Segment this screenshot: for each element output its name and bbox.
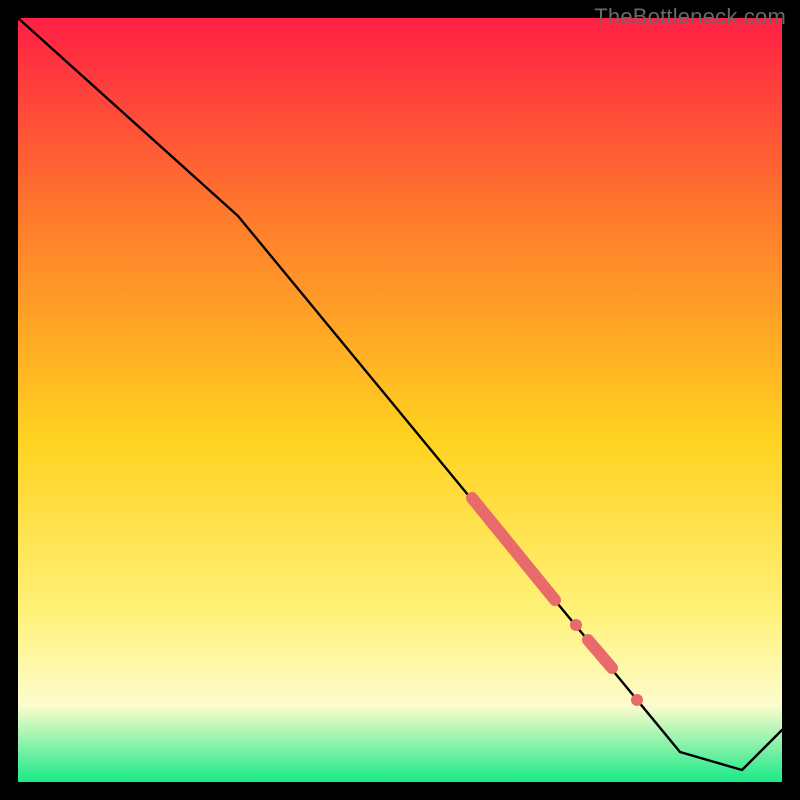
bottleneck-chart: [0, 0, 800, 800]
gap-dot-2: [631, 694, 643, 706]
gap-dot-1: [570, 619, 582, 631]
chart-frame: { "watermark": "TheBottleneck.com", "col…: [0, 0, 800, 800]
gradient-background: [18, 18, 782, 782]
watermark-text: TheBottleneck.com: [594, 4, 786, 30]
